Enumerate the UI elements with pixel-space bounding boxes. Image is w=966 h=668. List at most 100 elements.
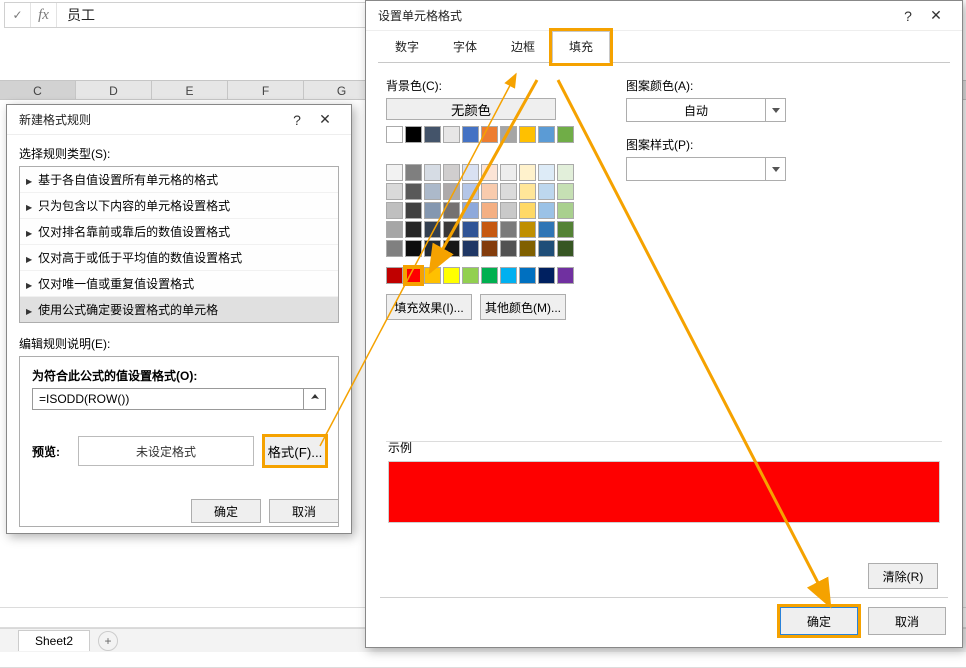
tab-border[interactable]: 边框 (494, 31, 552, 62)
color-swatch[interactable] (538, 126, 555, 143)
color-swatch[interactable] (424, 240, 441, 257)
rule-option[interactable]: 仅对唯一值或重复值设置格式 (20, 271, 338, 297)
formula-input[interactable] (32, 388, 304, 410)
tab-number[interactable]: 数字 (378, 31, 436, 62)
color-swatch[interactable] (424, 126, 441, 143)
more-colors-button[interactable]: 其他颜色(M)... (480, 294, 566, 320)
col-header[interactable]: D (76, 81, 152, 99)
color-swatch[interactable] (443, 126, 460, 143)
color-swatch[interactable] (462, 240, 479, 257)
color-swatch[interactable] (462, 267, 479, 284)
color-swatch[interactable] (424, 267, 441, 284)
rule-option[interactable]: 基于各自值设置所有单元格的格式 (20, 167, 338, 193)
color-swatch[interactable] (557, 164, 574, 181)
color-swatch[interactable] (538, 202, 555, 219)
color-palette-standard[interactable] (386, 267, 576, 284)
color-swatch[interactable] (405, 164, 422, 181)
fx-icon[interactable]: fx (31, 3, 57, 27)
color-swatch[interactable] (538, 240, 555, 257)
color-swatch[interactable] (386, 221, 403, 238)
color-swatch[interactable] (557, 126, 574, 143)
add-sheet-icon[interactable]: + (98, 631, 118, 651)
cancel-button[interactable]: 取消 (269, 499, 339, 523)
color-swatch[interactable] (424, 202, 441, 219)
sheet-tab[interactable]: Sheet2 (18, 630, 90, 651)
color-swatch[interactable] (557, 240, 574, 257)
color-swatch[interactable] (405, 240, 422, 257)
color-swatch[interactable] (386, 202, 403, 219)
color-palette[interactable] (386, 126, 576, 257)
color-swatch[interactable] (519, 221, 536, 238)
color-swatch[interactable] (424, 221, 441, 238)
color-swatch[interactable] (462, 126, 479, 143)
tab-fill[interactable]: 填充 (552, 31, 610, 63)
cancel-button[interactable]: 取消 (868, 607, 946, 635)
color-swatch[interactable] (443, 164, 460, 181)
rule-option[interactable]: 只为包含以下内容的单元格设置格式 (20, 193, 338, 219)
color-swatch[interactable] (538, 164, 555, 181)
ok-button[interactable]: 确定 (191, 499, 261, 523)
color-swatch[interactable] (405, 267, 422, 284)
color-swatch[interactable] (462, 183, 479, 200)
help-icon[interactable]: ? (283, 112, 311, 128)
color-swatch[interactable] (481, 183, 498, 200)
pattern-color-combo[interactable]: 自动 (626, 98, 786, 122)
col-header[interactable]: F (228, 81, 304, 99)
color-swatch[interactable] (424, 183, 441, 200)
color-swatch[interactable] (519, 164, 536, 181)
color-swatch[interactable] (462, 202, 479, 219)
color-swatch[interactable] (557, 267, 574, 284)
help-icon[interactable]: ? (894, 8, 922, 24)
color-swatch[interactable] (557, 202, 574, 219)
color-swatch[interactable] (538, 183, 555, 200)
col-header[interactable]: E (152, 81, 228, 99)
color-swatch[interactable] (481, 202, 498, 219)
color-swatch[interactable] (481, 164, 498, 181)
color-swatch[interactable] (557, 183, 574, 200)
close-icon[interactable]: ✕ (922, 7, 950, 24)
color-swatch[interactable] (462, 164, 479, 181)
cancel-icon[interactable]: ✓ (5, 3, 31, 27)
color-swatch[interactable] (386, 164, 403, 181)
color-swatch[interactable] (443, 240, 460, 257)
color-swatch[interactable] (443, 183, 460, 200)
color-swatch[interactable] (557, 221, 574, 238)
ok-button[interactable]: 确定 (780, 607, 858, 635)
rule-type-list[interactable]: 基于各自值设置所有单元格的格式 只为包含以下内容的单元格设置格式 仅对排名靠前或… (19, 166, 339, 323)
color-swatch[interactable] (405, 126, 422, 143)
color-swatch[interactable] (443, 267, 460, 284)
col-header[interactable]: C (0, 81, 76, 99)
ref-edit-icon[interactable] (304, 388, 326, 410)
fill-effects-button[interactable]: 填充效果(I)... (386, 294, 472, 320)
color-swatch[interactable] (443, 221, 460, 238)
color-swatch[interactable] (519, 183, 536, 200)
color-swatch[interactable] (481, 126, 498, 143)
color-swatch[interactable] (500, 267, 517, 284)
color-swatch[interactable] (462, 221, 479, 238)
color-swatch[interactable] (386, 183, 403, 200)
color-swatch[interactable] (405, 202, 422, 219)
color-swatch[interactable] (405, 183, 422, 200)
color-swatch[interactable] (500, 240, 517, 257)
tab-font[interactable]: 字体 (436, 31, 494, 62)
color-swatch[interactable] (481, 240, 498, 257)
color-swatch[interactable] (519, 202, 536, 219)
color-swatch[interactable] (500, 164, 517, 181)
close-icon[interactable]: ✕ (311, 111, 339, 128)
color-swatch[interactable] (538, 267, 555, 284)
color-swatch[interactable] (386, 267, 403, 284)
color-swatch[interactable] (386, 126, 403, 143)
color-swatch[interactable] (481, 267, 498, 284)
rule-option[interactable]: 仅对高于或低于平均值的数值设置格式 (20, 245, 338, 271)
color-swatch[interactable] (538, 221, 555, 238)
color-swatch[interactable] (405, 221, 422, 238)
color-swatch[interactable] (443, 202, 460, 219)
color-swatch[interactable] (500, 183, 517, 200)
color-swatch[interactable] (519, 267, 536, 284)
color-swatch[interactable] (500, 202, 517, 219)
format-button[interactable]: 格式(F)... (264, 436, 326, 466)
pattern-style-combo[interactable] (626, 157, 786, 181)
rule-option[interactable]: 仅对排名靠前或靠后的数值设置格式 (20, 219, 338, 245)
color-swatch[interactable] (386, 240, 403, 257)
color-swatch[interactable] (519, 126, 536, 143)
